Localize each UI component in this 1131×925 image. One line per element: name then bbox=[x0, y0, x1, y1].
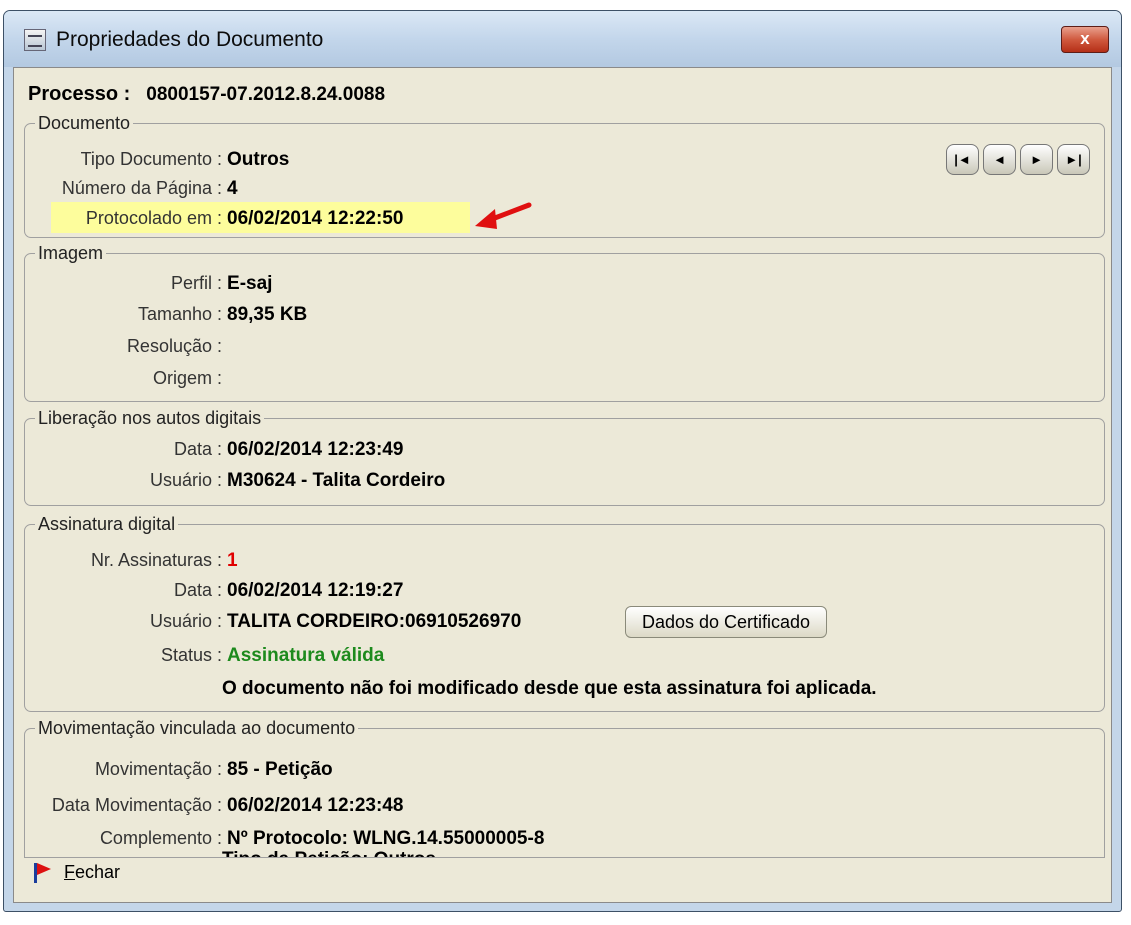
resolucao-row: Resolução : bbox=[25, 333, 222, 359]
movimentacao-value: 85 - Petição bbox=[227, 759, 333, 780]
assinatura-usuario-label: Usuário : bbox=[149, 611, 222, 631]
liberacao-data-row: Data : 06/02/2014 12:23:49 bbox=[25, 436, 403, 462]
next-page-button[interactable]: ► bbox=[1020, 144, 1053, 175]
signature-message-text: O documento não foi modificado desde que… bbox=[222, 678, 877, 699]
tamanho-row: Tamanho : 89,35 KB bbox=[25, 301, 307, 327]
data-movimentacao-label: Data Movimentação : bbox=[51, 795, 222, 815]
assinatura-group: Assinatura digital Nr. Assinaturas : 1 D… bbox=[24, 514, 1105, 712]
movimentacao-legend: Movimentação vinculada ao documento bbox=[35, 718, 359, 739]
pagina-label: Número da Página : bbox=[61, 178, 222, 198]
perfil-value: E-saj bbox=[227, 273, 273, 294]
assinatura-usuario-value: TALITA CORDEIRO:06910526970 bbox=[227, 611, 522, 632]
signature-message: O documento não foi modificado desde que… bbox=[222, 675, 877, 701]
app-icon bbox=[24, 29, 46, 51]
movimentacao-row: Movimentação : 85 - Petição bbox=[25, 756, 333, 782]
page-navigator: |◄ ◄ ► ►| bbox=[946, 144, 1090, 175]
imagem-group: Imagem Perfil : E-saj Tamanho : 89,35 KB… bbox=[24, 243, 1105, 402]
tipo-label: Tipo Documento : bbox=[80, 149, 222, 169]
close-window-button[interactable]: x bbox=[1061, 26, 1109, 53]
complemento-label: Complemento : bbox=[99, 828, 222, 848]
status-label: Status : bbox=[160, 645, 222, 665]
nr-assinaturas-row: Nr. Assinaturas : 1 bbox=[25, 547, 238, 573]
fechar-accel-key: F bbox=[64, 861, 75, 882]
tipo-value: Outros bbox=[227, 149, 290, 170]
processo-label: Processo : bbox=[28, 83, 131, 105]
origem-label: Origem : bbox=[152, 368, 222, 388]
tamanho-value: 89,35 KB bbox=[227, 304, 308, 325]
protocolado-row: Protocolado em : 06/02/2014 12:22:50 bbox=[25, 205, 404, 231]
documento-group: Documento Tipo Documento : Outros Número… bbox=[24, 113, 1105, 238]
liberacao-usuario-label: Usuário : bbox=[149, 470, 222, 490]
fechar-button[interactable]: Fechar bbox=[30, 861, 120, 885]
data-movimentacao-value: 06/02/2014 12:23:48 bbox=[227, 795, 404, 816]
movimentacao-group: Movimentação vinculada ao documento Movi… bbox=[24, 718, 1105, 858]
status-row: Status : Assinatura válida bbox=[25, 642, 384, 668]
pagina-value: 4 bbox=[227, 178, 238, 199]
protocolado-value: 06/02/2014 12:22:50 bbox=[227, 208, 404, 229]
assinatura-usuario-row: Usuário : TALITA CORDEIRO:06910526970 bbox=[25, 608, 521, 634]
assinatura-legend: Assinatura digital bbox=[35, 514, 179, 535]
perfil-label: Perfil : bbox=[170, 273, 222, 293]
previous-page-button[interactable]: ◄ bbox=[983, 144, 1016, 175]
window-title: Propriedades do Documento bbox=[56, 28, 324, 51]
nr-assinaturas-value: 1 bbox=[227, 550, 238, 571]
documento-legend: Documento bbox=[35, 113, 134, 134]
assinatura-data-row: Data : 06/02/2014 12:19:27 bbox=[25, 577, 403, 603]
processo-line: Processo : 0800157-07.2012.8.24.0088 bbox=[28, 83, 385, 106]
tipo-row: Tipo Documento : Outros bbox=[25, 146, 290, 172]
nr-assinaturas-label: Nr. Assinaturas : bbox=[90, 550, 222, 570]
liberacao-group: Liberação nos autos digitais Data : 06/0… bbox=[24, 408, 1105, 506]
processo-value: 0800157-07.2012.8.24.0088 bbox=[146, 84, 386, 105]
title-bar: Propriedades do Documento x bbox=[4, 11, 1121, 67]
dados-certificado-button[interactable]: Dados do Certificado bbox=[625, 606, 827, 638]
status-value: Assinatura válida bbox=[227, 645, 385, 666]
red-arrow-icon bbox=[475, 202, 532, 229]
protocolado-label: Protocolado em : bbox=[85, 208, 222, 228]
pagina-row: Número da Página : 4 bbox=[25, 175, 238, 201]
properties-window: Propriedades do Documento x Processo : 08… bbox=[3, 10, 1122, 912]
resolucao-label: Resolução : bbox=[126, 336, 222, 356]
assinatura-data-value: 06/02/2014 12:19:27 bbox=[227, 580, 404, 601]
origem-row: Origem : bbox=[25, 365, 222, 391]
liberacao-data-value: 06/02/2014 12:23:49 bbox=[227, 439, 404, 460]
group-clip-line bbox=[24, 857, 1105, 858]
data-movimentacao-row: Data Movimentação : 06/02/2014 12:23:48 bbox=[25, 792, 404, 818]
fechar-label-rest: echar bbox=[75, 861, 121, 882]
liberacao-usuario-row: Usuário : M30624 - Talita Cordeiro bbox=[25, 467, 445, 493]
perfil-row: Perfil : E-saj bbox=[25, 270, 272, 296]
last-page-button[interactable]: ►| bbox=[1057, 144, 1090, 175]
movimentacao-label: Movimentação : bbox=[94, 759, 222, 779]
liberacao-legend: Liberação nos autos digitais bbox=[35, 408, 265, 429]
dialog-body: Processo : 0800157-07.2012.8.24.0088 Docu… bbox=[13, 67, 1112, 903]
first-page-button[interactable]: |◄ bbox=[946, 144, 979, 175]
liberacao-data-label: Data : bbox=[173, 439, 222, 459]
liberacao-usuario-value: M30624 - Talita Cordeiro bbox=[227, 470, 446, 491]
imagem-legend: Imagem bbox=[35, 243, 107, 264]
tamanho-label: Tamanho : bbox=[137, 304, 222, 324]
complemento-clip: Complemento : Nº Protocolo: WLNG.14.5500… bbox=[25, 825, 1104, 858]
assinatura-data-label: Data : bbox=[173, 580, 222, 600]
flag-icon bbox=[30, 861, 54, 885]
